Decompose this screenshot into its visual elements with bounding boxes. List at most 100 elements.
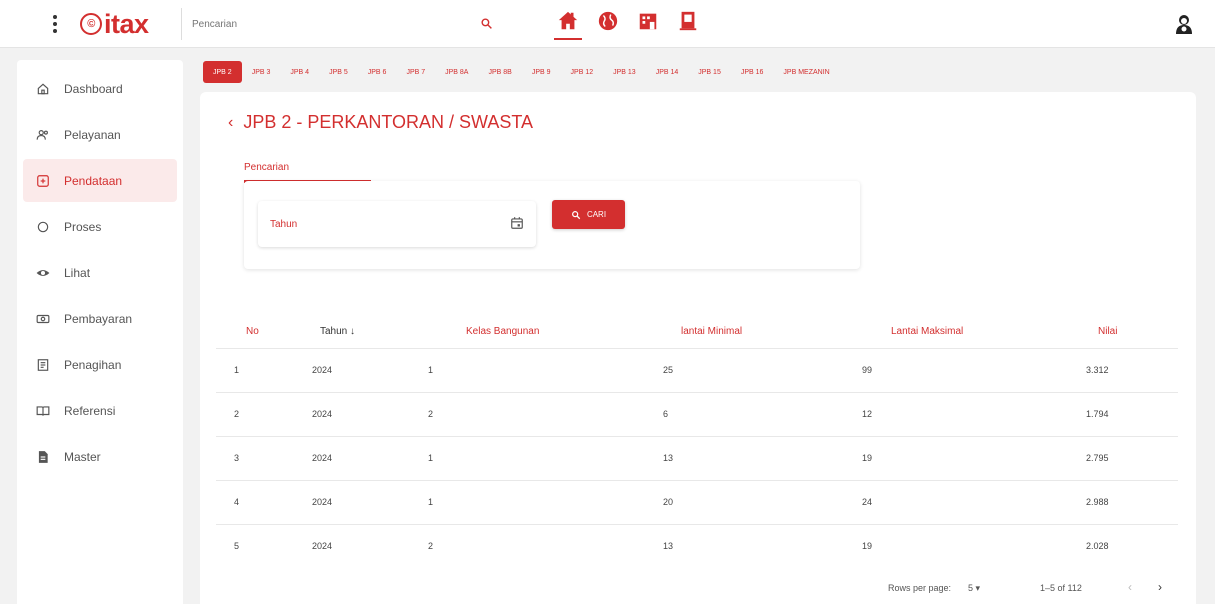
building-nav-icon[interactable] — [637, 10, 659, 32]
search-input[interactable] — [182, 18, 462, 30]
home-icon — [36, 82, 50, 96]
year-field[interactable]: Tahun — [258, 201, 536, 247]
sidebar-item-lihat[interactable]: Lihat — [23, 251, 177, 294]
cell-no: 1 — [234, 365, 240, 375]
cell-tahun: 2024 — [312, 409, 333, 419]
cell-lmax: 19 — [862, 541, 873, 551]
col-header-tahun[interactable]: Tahun ↓ — [320, 326, 355, 337]
cell-nilai: 3.312 — [1086, 365, 1109, 375]
search-button-label: CARI — [586, 210, 607, 219]
tab-jpb-3[interactable]: JPB 3 — [242, 61, 281, 83]
tab-jpb-4[interactable]: JPB 4 — [280, 61, 319, 83]
sidebar-item-label: Master — [64, 449, 101, 464]
tab-jpb-7[interactable]: JPB 7 — [396, 61, 435, 83]
tab-jpb-2[interactable]: JPB 2 — [203, 61, 242, 83]
cell-lmin: 6 — [663, 409, 669, 419]
col-header-lantai-min[interactable]: lantai Minimal — [681, 326, 742, 337]
app-logo[interactable]: © itax — [80, 7, 149, 41]
table-row[interactable]: 5 2024 2 13 19 2.028 — [216, 524, 1178, 568]
cell-tahun: 2024 — [312, 365, 333, 375]
cell-lmax: 99 — [862, 365, 873, 375]
document-nav-icon[interactable] — [677, 10, 699, 32]
logo-circle: © — [80, 13, 102, 35]
cell-nilai: 1.794 — [1086, 409, 1109, 419]
home-nav-icon[interactable] — [554, 10, 582, 40]
user-avatar-icon[interactable] — [1172, 12, 1196, 36]
sidebar-item-proses[interactable]: Proses — [23, 205, 177, 248]
tab-jpb-13[interactable]: JPB 13 — [603, 61, 646, 83]
tab-jpb-6[interactable]: JPB 6 — [358, 61, 397, 83]
back-chevron-icon[interactable]: ‹ — [228, 114, 233, 132]
sidebar-item-master[interactable]: Master — [23, 435, 177, 478]
sidebar-item-pembayaran[interactable]: Pembayaran — [23, 297, 177, 340]
cell-tahun: 2024 — [312, 497, 333, 507]
tab-jpb-8b[interactable]: JPB 8B — [478, 61, 521, 83]
cell-lmax: 24 — [862, 497, 873, 507]
tab-pencarian[interactable]: Pencarian — [244, 162, 289, 173]
tab-jpb-16[interactable]: JPB 16 — [731, 61, 774, 83]
table-row[interactable]: 1 2024 1 25 99 3.312 — [216, 348, 1178, 392]
cell-lmin: 20 — [663, 497, 674, 507]
tab-jpb-15[interactable]: JPB 15 — [688, 61, 731, 83]
sidebar-item-label: Pendataan — [64, 173, 123, 188]
sidebar-item-dashboard[interactable]: Dashboard — [23, 67, 177, 110]
sidebar-item-label: Proses — [64, 219, 102, 234]
book-icon — [36, 404, 50, 418]
page-title: JPB 2 - PERKANTORAN / SWASTA — [243, 112, 534, 132]
menu-kebab-icon[interactable] — [50, 12, 60, 36]
cell-lmax: 12 — [862, 409, 873, 419]
search-button[interactable]: CARI — [552, 200, 625, 229]
file-icon — [36, 450, 50, 464]
table-row[interactable]: 3 2024 1 13 19 2.795 — [216, 436, 1178, 480]
col-header-no: No — [246, 325, 259, 337]
col-header-lantai-max[interactable]: Lantai Maksimal — [891, 326, 963, 337]
plus-box-icon — [36, 174, 50, 188]
rows-per-page-label: Rows per page: — [888, 583, 952, 593]
cell-kelas: 2 — [428, 409, 434, 419]
tab-jpb-8a[interactable]: JPB 8A — [435, 61, 478, 83]
tab-jpb-14[interactable]: JPB 14 — [646, 61, 689, 83]
top-bar: © itax — [0, 0, 1215, 48]
col-header-nilai[interactable]: Nilai — [1098, 326, 1117, 337]
table-row[interactable]: 4 2024 1 20 24 2.988 — [216, 480, 1178, 524]
cell-lmin: 25 — [663, 365, 674, 375]
sidebar-item-label: Referensi — [64, 403, 116, 418]
main-content: ‹ JPB 2 - PERKANTORAN / SWASTA Pencarian… — [200, 92, 1196, 604]
sidebar-item-label: Pembayaran — [64, 311, 133, 326]
sidebar-item-penagihan[interactable]: Penagihan — [23, 343, 177, 386]
prev-page-icon[interactable]: ‹ — [1128, 580, 1132, 594]
users-icon — [36, 128, 50, 142]
sidebar-item-label: Penagihan — [64, 357, 122, 372]
document-icon — [36, 358, 50, 372]
top-nav-icons — [554, 10, 699, 40]
calendar-icon[interactable] — [510, 216, 524, 230]
sidebar-item-referensi[interactable]: Referensi — [23, 389, 177, 432]
sidebar: Dashboard Pelayanan Pendataan Proses Lihat Pe… — [17, 60, 183, 604]
sidebar-item-pelayanan[interactable]: Pelayanan — [23, 113, 177, 156]
year-field-label: Tahun — [270, 218, 298, 230]
logo-text: itax — [104, 8, 149, 39]
rows-per-page-select[interactable]: 5 ▾ — [968, 583, 980, 594]
sidebar-item-pendataan[interactable]: Pendataan — [23, 159, 177, 202]
search-bar — [181, 8, 501, 40]
col-header-kelas[interactable]: Kelas Bangunan — [466, 326, 539, 337]
search-icon[interactable] — [480, 17, 493, 30]
cell-kelas: 1 — [428, 453, 434, 463]
next-page-icon[interactable]: › — [1158, 580, 1162, 594]
table-row[interactable]: 2 2024 2 6 12 1.794 — [216, 392, 1178, 436]
tab-jpb-12[interactable]: JPB 12 — [561, 61, 604, 83]
tab-jpb-9[interactable]: JPB 9 — [522, 61, 561, 83]
eye-icon — [36, 266, 50, 280]
cell-nilai: 2.988 — [1086, 497, 1109, 507]
cell-lmax: 19 — [862, 453, 873, 463]
jpb-tabs: JPB 2 JPB 3 JPB 4 JPB 5 JPB 6 JPB 7 JPB 8A JPB … — [203, 60, 840, 84]
sidebar-item-label: Dashboard — [64, 81, 123, 96]
tab-jpb-5[interactable]: JPB 5 — [319, 61, 358, 83]
active-nav-underline — [554, 38, 582, 40]
tab-jpb-mezanin[interactable]: JPB MEZANIN — [773, 61, 839, 83]
circle-icon — [36, 220, 50, 234]
cash-icon — [36, 312, 50, 326]
cell-nilai: 2.795 — [1086, 453, 1109, 463]
globe-nav-icon[interactable] — [597, 10, 619, 32]
cell-kelas: 2 — [428, 541, 434, 551]
